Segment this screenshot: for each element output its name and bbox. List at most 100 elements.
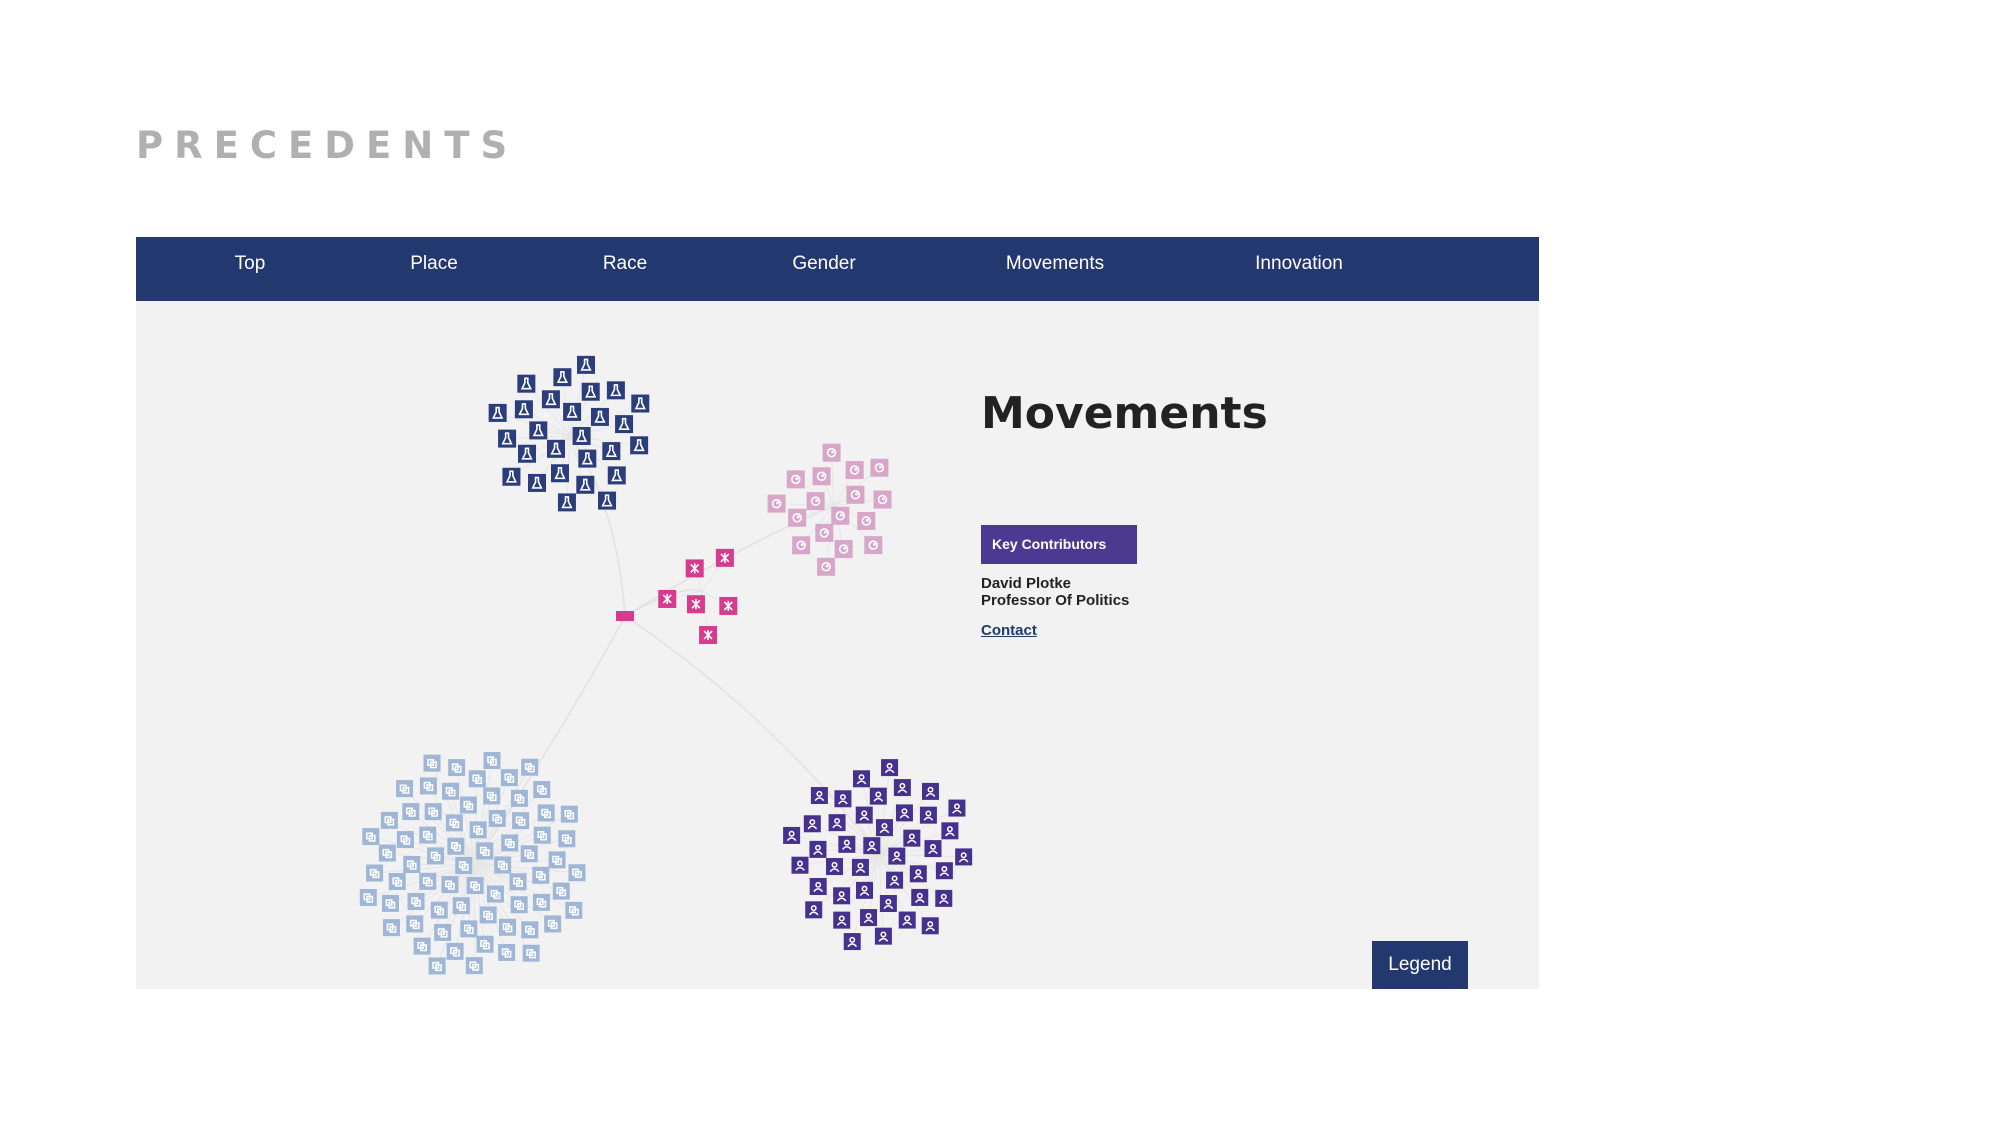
copy-node[interactable] [423, 754, 441, 772]
copy-node[interactable] [520, 845, 538, 863]
person-node[interactable] [860, 909, 878, 927]
nav-item-movements[interactable]: Movements [1006, 237, 1104, 291]
beaker-node[interactable] [563, 402, 582, 421]
person-node[interactable] [810, 787, 828, 805]
person-node[interactable] [911, 888, 929, 906]
cross-node[interactable] [685, 559, 704, 578]
copy-node[interactable] [434, 923, 452, 941]
nav-item-race[interactable]: Race [603, 237, 647, 291]
copy-node[interactable] [532, 893, 550, 911]
copy-node[interactable] [500, 769, 518, 787]
person-node[interactable] [853, 770, 871, 788]
beaker-node[interactable] [598, 491, 617, 510]
beaker-node[interactable] [631, 394, 650, 413]
person-node[interactable] [809, 840, 827, 858]
copy-node[interactable] [483, 751, 501, 769]
person-node[interactable] [833, 887, 851, 905]
copy-node[interactable] [522, 944, 540, 962]
swirl-node[interactable] [834, 540, 853, 559]
copy-node[interactable] [396, 831, 414, 849]
copy-node[interactable] [413, 937, 431, 955]
copy-node[interactable] [441, 876, 459, 894]
pink-swirl-cluster[interactable] [767, 443, 892, 576]
copy-node[interactable] [498, 918, 516, 936]
copy-node[interactable] [468, 770, 486, 788]
person-node[interactable] [875, 819, 893, 837]
swirl-node[interactable] [788, 508, 807, 527]
copy-node[interactable] [388, 873, 406, 891]
person-node[interactable] [834, 790, 852, 808]
copy-node[interactable] [558, 830, 576, 848]
copy-node[interactable] [442, 782, 460, 800]
beaker-node[interactable] [630, 436, 649, 455]
copy-node[interactable] [402, 803, 420, 821]
copy-node[interactable] [509, 873, 527, 891]
copy-node[interactable] [521, 921, 539, 939]
key-contributors-button[interactable]: Key Contributors [981, 525, 1137, 564]
copy-node[interactable] [568, 864, 586, 882]
copy-node[interactable] [476, 842, 494, 860]
beaker-node[interactable] [572, 427, 591, 445]
beaker-node[interactable] [553, 368, 572, 387]
cross-node[interactable] [715, 548, 734, 567]
beaker-node[interactable] [578, 449, 597, 468]
copy-node[interactable] [510, 896, 528, 914]
copy-node[interactable] [488, 809, 506, 827]
person-node[interactable] [895, 804, 913, 822]
copy-node[interactable] [565, 901, 583, 919]
copy-node[interactable] [403, 855, 421, 873]
copy-node[interactable] [544, 915, 562, 933]
person-node[interactable] [826, 858, 844, 876]
legend-button[interactable]: Legend [1372, 941, 1468, 989]
copy-node[interactable] [560, 805, 578, 823]
copy-node[interactable] [452, 897, 470, 915]
person-node[interactable] [838, 835, 856, 853]
person-node[interactable] [855, 806, 873, 824]
person-node[interactable] [856, 881, 874, 899]
swirl-node[interactable] [846, 485, 865, 504]
swirl-node[interactable] [806, 492, 825, 511]
beaker-node[interactable] [528, 473, 547, 492]
person-node[interactable] [948, 799, 966, 817]
swirl-node[interactable] [817, 557, 836, 576]
person-node[interactable] [886, 871, 904, 889]
beaker-node[interactable] [602, 442, 621, 461]
beaker-node[interactable] [581, 382, 600, 401]
copy-node[interactable] [532, 866, 550, 884]
beaker-node[interactable] [576, 475, 595, 494]
beaker-node[interactable] [541, 390, 560, 409]
person-node[interactable] [898, 911, 916, 929]
nav-item-innovation[interactable]: Innovation [1255, 237, 1343, 291]
swirl-node[interactable] [873, 490, 892, 509]
beaker-node[interactable] [557, 493, 576, 512]
person-node[interactable] [921, 917, 939, 935]
copy-node[interactable] [486, 885, 504, 903]
contact-link[interactable]: Contact [981, 622, 1037, 639]
person-node[interactable] [955, 848, 973, 866]
swirl-node[interactable] [831, 506, 850, 525]
cross-node[interactable] [658, 589, 677, 608]
copy-node[interactable] [448, 759, 466, 777]
swirl-node[interactable] [857, 511, 876, 530]
copy-node[interactable] [427, 847, 445, 865]
beaker-node[interactable] [606, 381, 625, 400]
copy-node[interactable] [476, 935, 494, 953]
copy-node[interactable] [483, 787, 501, 805]
beaker-node[interactable] [498, 429, 517, 448]
magenta-cross-cluster[interactable] [658, 548, 738, 645]
network-graph[interactable] [136, 301, 1539, 989]
person-node[interactable] [828, 814, 846, 832]
copy-node[interactable] [533, 781, 551, 799]
copy-node[interactable] [460, 920, 478, 938]
copy-node[interactable] [469, 821, 487, 839]
person-node[interactable] [935, 889, 953, 907]
person-node[interactable] [851, 858, 869, 876]
person-node[interactable] [909, 865, 927, 883]
copy-node[interactable] [537, 804, 555, 822]
nav-item-top[interactable]: Top [235, 237, 266, 291]
copy-node[interactable] [424, 803, 442, 821]
person-node[interactable] [805, 901, 823, 919]
person-node[interactable] [941, 822, 959, 840]
beaker-node[interactable] [502, 467, 521, 486]
copy-node[interactable] [419, 826, 437, 844]
